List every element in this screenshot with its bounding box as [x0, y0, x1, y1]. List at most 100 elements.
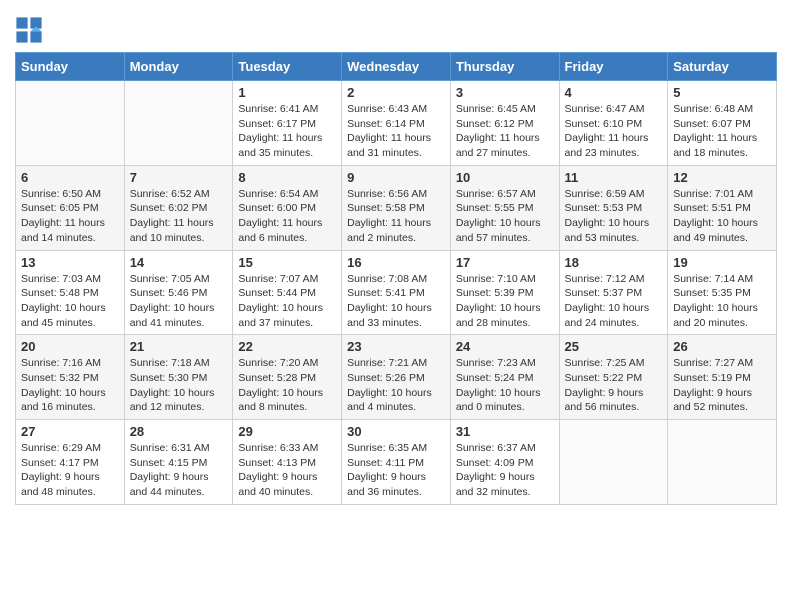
day-info: Sunrise: 7:20 AM Sunset: 5:28 PM Dayligh… — [238, 356, 336, 415]
day-number: 2 — [347, 85, 445, 100]
calendar-cell: 18Sunrise: 7:12 AM Sunset: 5:37 PM Dayli… — [559, 250, 668, 335]
day-number: 30 — [347, 424, 445, 439]
day-info: Sunrise: 6:35 AM Sunset: 4:11 PM Dayligh… — [347, 441, 445, 500]
calendar-cell: 13 Sunrise: 7:03 AM Sunset: 5:48 PM Dayli… — [16, 250, 125, 335]
calendar-cell: 16 Sunrise: 7:08 AM Sunset: 5:41 PM Dayli… — [342, 250, 451, 335]
day-number: 24 — [456, 339, 554, 354]
day-number: 18 — [565, 255, 663, 270]
day-number: 26 — [673, 339, 771, 354]
calendar-cell: 6 Sunrise: 6:50 AM Sunset: 6:05 PM Daylig… — [16, 165, 125, 250]
day-number: 22 — [238, 339, 336, 354]
calendar-cell: 10 Sunrise: 6:57 AM Sunset: 5:55 PM Dayli… — [450, 165, 559, 250]
day-info: Sunrise: 6:47 AM Sunset: 6:10 PM Dayligh… — [565, 102, 663, 161]
day-info: Sunrise: 7:08 AM Sunset: 5:41 PM Dayligh… — [347, 272, 445, 331]
logo-icon — [15, 16, 43, 44]
day-info: Sunrise: 6:50 AM Sunset: 6:05 PM Dayligh… — [21, 187, 119, 246]
calendar-cell: 11 Sunrise: 6:59 AM Sunset: 5:53 PM Dayli… — [559, 165, 668, 250]
day-info: Sunrise: 6:56 AM Sunset: 5:58 PM Dayligh… — [347, 187, 445, 246]
calendar-cell: 9 Sunrise: 6:56 AM Sunset: 5:58 PM Daylig… — [342, 165, 451, 250]
day-info: Sunrise: 7:07 AM Sunset: 5:44 PM Dayligh… — [238, 272, 336, 331]
calendar-week-row: 13 Sunrise: 7:03 AM Sunset: 5:48 PM Dayli… — [16, 250, 777, 335]
page-header — [15, 10, 777, 44]
day-number: 16 — [347, 255, 445, 270]
day-number: 28 — [130, 424, 228, 439]
day-number: 14 — [130, 255, 228, 270]
day-number: 21 — [130, 339, 228, 354]
day-number: 15 — [238, 255, 336, 270]
calendar-cell: 26Sunrise: 7:27 AM Sunset: 5:19 PM Dayli… — [668, 335, 777, 420]
calendar-cell — [559, 420, 668, 505]
calendar-cell: 1 Sunrise: 6:41 AM Sunset: 6:17 PM Daylig… — [233, 81, 342, 166]
day-info: Sunrise: 6:48 AM Sunset: 6:07 PM Dayligh… — [673, 102, 771, 161]
calendar-header-row: SundayMondayTuesdayWednesdayThursdayFrid… — [16, 53, 777, 81]
calendar-cell: 20 Sunrise: 7:16 AM Sunset: 5:32 PM Dayli… — [16, 335, 125, 420]
calendar-cell: 7 Sunrise: 6:52 AM Sunset: 6:02 PM Daylig… — [124, 165, 233, 250]
day-info: Sunrise: 7:10 AM Sunset: 5:39 PM Dayligh… — [456, 272, 554, 331]
calendar-cell — [124, 81, 233, 166]
day-header-saturday: Saturday — [668, 53, 777, 81]
day-info: Sunrise: 6:37 AM Sunset: 4:09 PM Dayligh… — [456, 441, 554, 500]
day-info: Sunrise: 7:01 AM Sunset: 5:51 PM Dayligh… — [673, 187, 771, 246]
day-number: 27 — [21, 424, 119, 439]
day-number: 8 — [238, 170, 336, 185]
calendar-cell: 29Sunrise: 6:33 AM Sunset: 4:13 PM Dayli… — [233, 420, 342, 505]
calendar-cell: 17Sunrise: 7:10 AM Sunset: 5:39 PM Dayli… — [450, 250, 559, 335]
calendar-cell: 5 Sunrise: 6:48 AM Sunset: 6:07 PM Daylig… — [668, 81, 777, 166]
day-number: 10 — [456, 170, 554, 185]
day-info: Sunrise: 7:25 AM Sunset: 5:22 PM Dayligh… — [565, 356, 663, 415]
calendar-cell: 3Sunrise: 6:45 AM Sunset: 6:12 PM Daylig… — [450, 81, 559, 166]
day-number: 11 — [565, 170, 663, 185]
day-info: Sunrise: 6:52 AM Sunset: 6:02 PM Dayligh… — [130, 187, 228, 246]
calendar-cell: 28 Sunrise: 6:31 AM Sunset: 4:15 PM Dayli… — [124, 420, 233, 505]
calendar-cell: 15 Sunrise: 7:07 AM Sunset: 5:44 PM Dayli… — [233, 250, 342, 335]
calendar-table: SundayMondayTuesdayWednesdayThursdayFrid… — [15, 52, 777, 505]
logo — [15, 16, 47, 44]
day-header-sunday: Sunday — [16, 53, 125, 81]
day-header-tuesday: Tuesday — [233, 53, 342, 81]
calendar-cell: 4 Sunrise: 6:47 AM Sunset: 6:10 PM Daylig… — [559, 81, 668, 166]
day-number: 20 — [21, 339, 119, 354]
day-number: 19 — [673, 255, 771, 270]
day-number: 4 — [565, 85, 663, 100]
day-number: 29 — [238, 424, 336, 439]
day-info: Sunrise: 7:05 AM Sunset: 5:46 PM Dayligh… — [130, 272, 228, 331]
day-info: Sunrise: 6:43 AM Sunset: 6:14 PM Dayligh… — [347, 102, 445, 161]
day-number: 23 — [347, 339, 445, 354]
calendar-cell: 24 Sunrise: 7:23 AM Sunset: 5:24 PM Dayli… — [450, 335, 559, 420]
calendar-cell: 19 Sunrise: 7:14 AM Sunset: 5:35 PM Dayli… — [668, 250, 777, 335]
day-number: 6 — [21, 170, 119, 185]
calendar-cell: 12 Sunrise: 7:01 AM Sunset: 5:51 PM Dayli… — [668, 165, 777, 250]
day-number: 3 — [456, 85, 554, 100]
day-info: Sunrise: 6:41 AM Sunset: 6:17 PM Dayligh… — [238, 102, 336, 161]
day-header-friday: Friday — [559, 53, 668, 81]
day-info: Sunrise: 6:31 AM Sunset: 4:15 PM Dayligh… — [130, 441, 228, 500]
calendar-cell: 27 Sunrise: 6:29 AM Sunset: 4:17 PM Dayli… — [16, 420, 125, 505]
day-number: 1 — [238, 85, 336, 100]
calendar-cell: 2 Sunrise: 6:43 AM Sunset: 6:14 PM Daylig… — [342, 81, 451, 166]
calendar-cell — [16, 81, 125, 166]
day-number: 12 — [673, 170, 771, 185]
calendar-week-row: 6 Sunrise: 6:50 AM Sunset: 6:05 PM Daylig… — [16, 165, 777, 250]
day-number: 7 — [130, 170, 228, 185]
calendar-cell: 25Sunrise: 7:25 AM Sunset: 5:22 PM Dayli… — [559, 335, 668, 420]
day-info: Sunrise: 7:03 AM Sunset: 5:48 PM Dayligh… — [21, 272, 119, 331]
day-info: Sunrise: 6:59 AM Sunset: 5:53 PM Dayligh… — [565, 187, 663, 246]
day-info: Sunrise: 7:14 AM Sunset: 5:35 PM Dayligh… — [673, 272, 771, 331]
calendar-cell: 30 Sunrise: 6:35 AM Sunset: 4:11 PM Dayli… — [342, 420, 451, 505]
day-number: 9 — [347, 170, 445, 185]
day-number: 5 — [673, 85, 771, 100]
calendar-week-row: 1 Sunrise: 6:41 AM Sunset: 6:17 PM Daylig… — [16, 81, 777, 166]
day-info: Sunrise: 7:16 AM Sunset: 5:32 PM Dayligh… — [21, 356, 119, 415]
calendar-cell: 8 Sunrise: 6:54 AM Sunset: 6:00 PM Daylig… — [233, 165, 342, 250]
day-number: 13 — [21, 255, 119, 270]
calendar-cell: 14 Sunrise: 7:05 AM Sunset: 5:46 PM Dayli… — [124, 250, 233, 335]
day-info: Sunrise: 7:18 AM Sunset: 5:30 PM Dayligh… — [130, 356, 228, 415]
day-info: Sunrise: 6:54 AM Sunset: 6:00 PM Dayligh… — [238, 187, 336, 246]
day-header-monday: Monday — [124, 53, 233, 81]
calendar-cell: 23Sunrise: 7:21 AM Sunset: 5:26 PM Dayli… — [342, 335, 451, 420]
day-info: Sunrise: 6:57 AM Sunset: 5:55 PM Dayligh… — [456, 187, 554, 246]
day-info: Sunrise: 7:23 AM Sunset: 5:24 PM Dayligh… — [456, 356, 554, 415]
day-info: Sunrise: 6:29 AM Sunset: 4:17 PM Dayligh… — [21, 441, 119, 500]
day-header-thursday: Thursday — [450, 53, 559, 81]
calendar-cell — [668, 420, 777, 505]
